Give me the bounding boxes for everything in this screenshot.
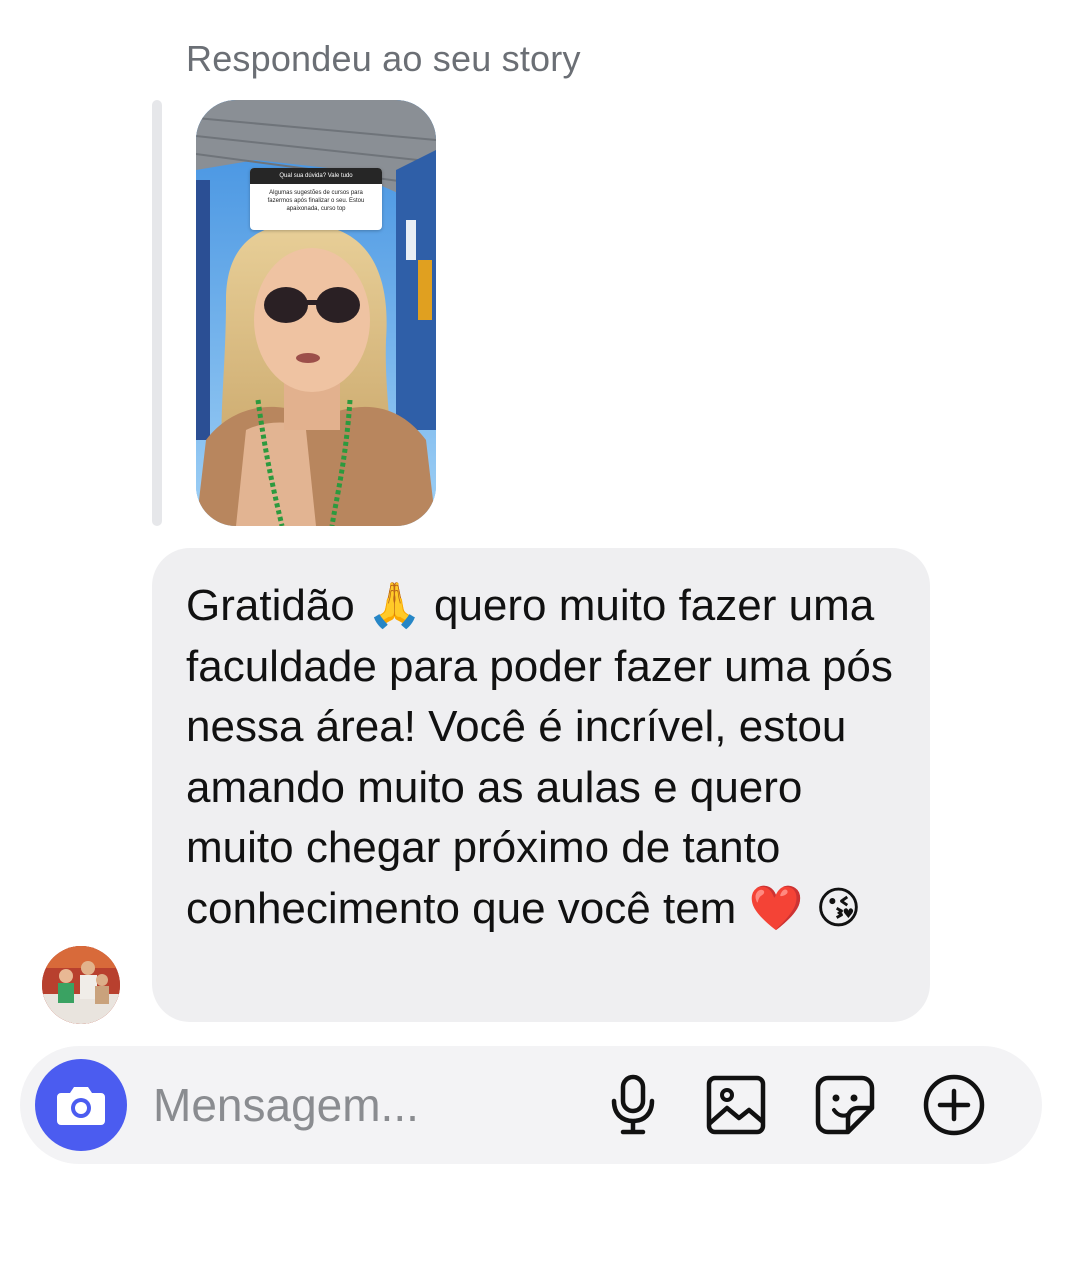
message-bubble[interactable]: Gratidão 🙏 quero muito fazer uma faculda… <box>152 548 930 1022</box>
camera-button[interactable] <box>35 1059 127 1151</box>
camera-icon <box>57 1087 105 1125</box>
sticker-icon <box>815 1075 875 1135</box>
reply-context-label: Respondeu ao seu story <box>186 38 581 79</box>
question-title: Qual sua dúvida? Vale tudo <box>250 168 382 184</box>
more-options-button[interactable] <box>921 1072 987 1138</box>
gallery-icon <box>706 1075 766 1135</box>
story-question-sticker: Qual sua dúvida? Vale tudo Algumas suges… <box>250 168 382 230</box>
message-input[interactable]: Mensagem... <box>153 1078 419 1132</box>
story-thumbnail[interactable]: Qual sua dúvida? Vale tudo Algumas suges… <box>196 100 436 526</box>
voice-message-button[interactable] <box>600 1072 666 1138</box>
plus-circle-icon <box>923 1074 985 1136</box>
reply-quote-bar <box>152 100 162 526</box>
message-text: Gratidão 🙏 quero muito fazer uma faculda… <box>186 581 893 933</box>
gallery-button[interactable] <box>703 1072 769 1138</box>
question-answer: Algumas sugestões de cursos para fazermo… <box>267 190 365 212</box>
microphone-icon <box>611 1074 655 1135</box>
avatar-image <box>42 946 120 1024</box>
story-image <box>196 100 436 526</box>
sender-avatar[interactable] <box>42 946 120 1024</box>
sticker-button[interactable] <box>812 1072 878 1138</box>
message-composer: Mensagem... <box>20 1046 1042 1164</box>
